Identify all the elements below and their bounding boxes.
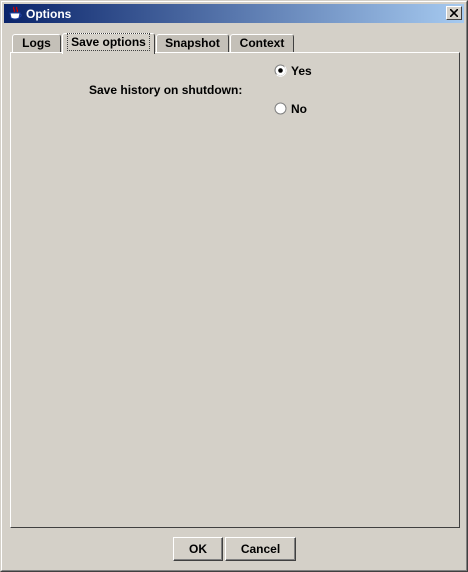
close-button[interactable]: [446, 6, 462, 20]
title-bar[interactable]: Options: [4, 4, 464, 23]
tab-content-panel: [10, 52, 460, 528]
tab-context[interactable]: Context: [230, 34, 294, 53]
window-title: Options: [26, 7, 72, 21]
tab-label: Context: [239, 36, 285, 50]
tab-snapshot[interactable]: Snapshot: [156, 34, 229, 53]
close-icon: [450, 9, 458, 17]
options-dialog: Options Logs Save options Snapshot Conte…: [0, 0, 468, 572]
java-cup-icon: [9, 6, 22, 20]
tab-save-options[interactable]: Save options: [62, 33, 155, 54]
tab-label: Snapshot: [165, 36, 220, 50]
tab-label: Save options: [67, 33, 150, 51]
tab-logs[interactable]: Logs: [12, 34, 61, 53]
cancel-button[interactable]: Cancel: [225, 537, 296, 561]
ok-button[interactable]: OK: [173, 537, 223, 561]
tab-label: Logs: [22, 36, 51, 50]
